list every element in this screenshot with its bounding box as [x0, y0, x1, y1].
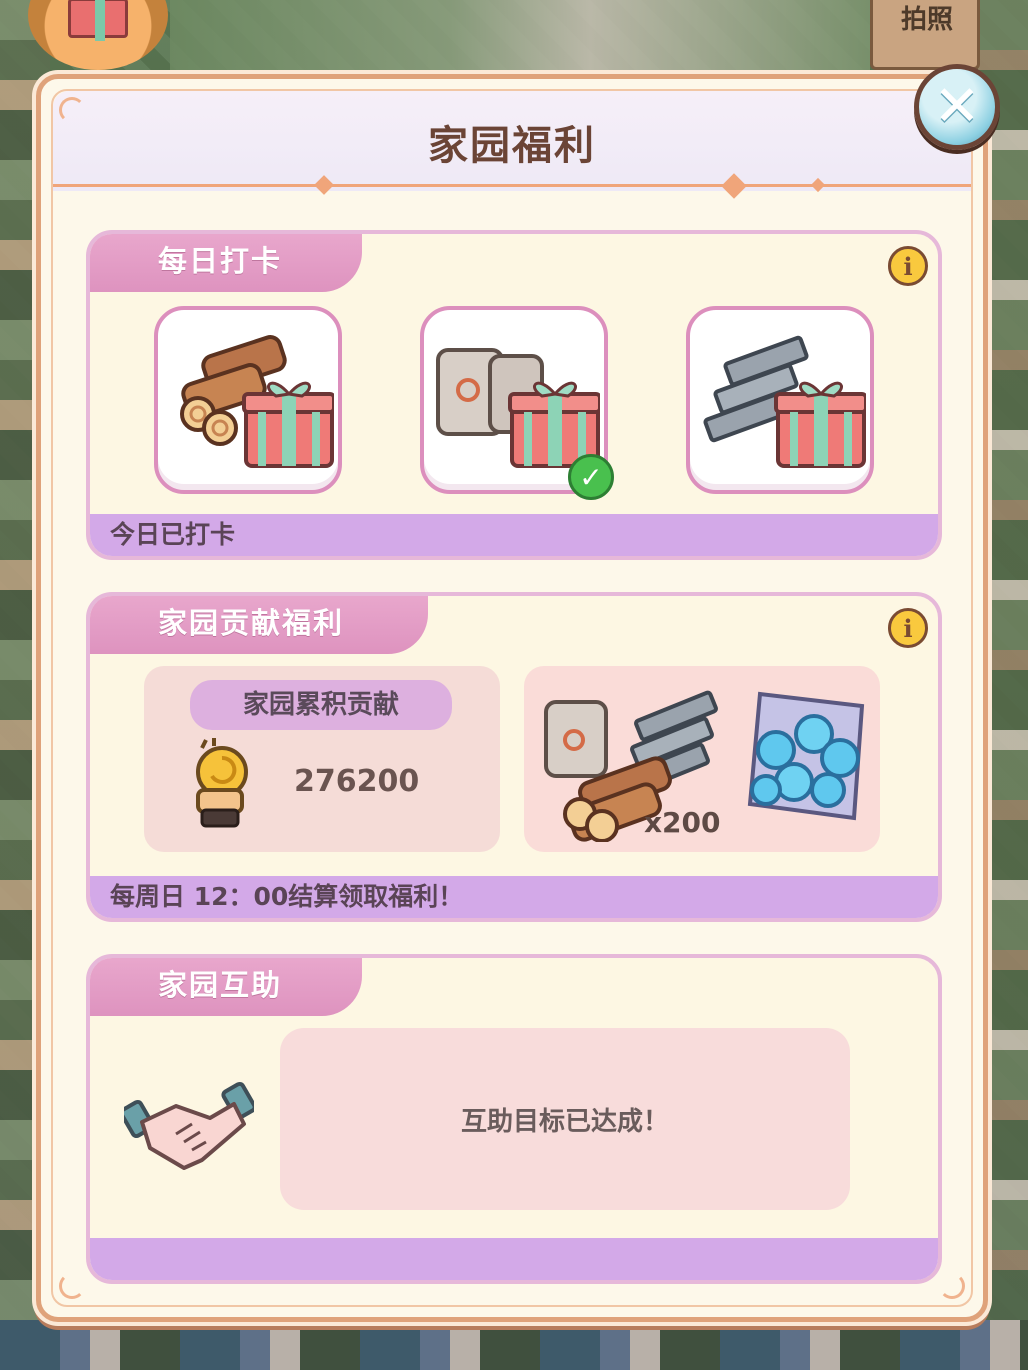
mutual-help-footer [90, 1238, 938, 1280]
contribution-total-value: 276200 [294, 764, 420, 799]
daily-checkin-header: 每日打卡 [90, 234, 362, 292]
corner-ornament-icon [939, 1273, 965, 1299]
contribution-section: 家园贡献福利 i 家园累积贡献 276200 x200 每周日 12：00结算领… [86, 592, 942, 922]
panel-title: 家园福利 [428, 123, 596, 169]
info-icon[interactable]: i [888, 246, 928, 286]
background-scenery-bottom [0, 1320, 1028, 1370]
settlement-notice: 每周日 12：00结算领取福利！ [90, 876, 938, 918]
photo-button-label: 拍照 [901, 5, 954, 35]
title-bar: 家园福利 [53, 91, 971, 191]
handshake-icon [124, 1081, 254, 1170]
checkin-status: 今日已打卡 [90, 514, 938, 556]
wood-gift-icon [180, 335, 334, 468]
daily-checkin-section: 每日打卡 i ✓ 今日已打卡 [86, 230, 942, 560]
cloud-pattern-icon [747, 691, 865, 821]
title-divider [53, 184, 971, 187]
checkin-reward-wood[interactable] [154, 306, 342, 494]
contribution-header: 家园贡献福利 [90, 596, 428, 654]
checkin-reward-cement[interactable]: ✓ [420, 306, 614, 500]
reward-quantity: x200 [644, 806, 721, 839]
corner-ornament-icon [59, 97, 85, 123]
checkmark-icon: ✓ [568, 454, 614, 500]
corner-ornament-icon [59, 1273, 85, 1299]
background-scenery-top [170, 0, 870, 72]
mutual-help-status: 互助目标已达成！ [460, 1106, 669, 1137]
photo-button[interactable]: 拍照 [870, 0, 980, 70]
close-button[interactable]: ✕ [914, 64, 1000, 150]
contribution-reward-box[interactable]: x200 [524, 666, 880, 852]
close-icon: ✕ [933, 74, 981, 139]
checkin-reward-steel[interactable] [686, 306, 874, 494]
mutual-help-header: 家园互助 [90, 958, 362, 1016]
info-icon[interactable]: i [888, 608, 928, 648]
mutual-help-section: 家园互助 互助目标已达成！ [86, 954, 942, 1284]
contribution-total-box: 家园累积贡献 276200 [144, 666, 500, 852]
contribution-total-label: 家园累积贡献 [190, 680, 452, 730]
steel-gift-icon [703, 335, 866, 468]
mutual-help-status-box: 互助目标已达成！ [280, 1028, 850, 1210]
snail-character-icon [196, 738, 248, 828]
